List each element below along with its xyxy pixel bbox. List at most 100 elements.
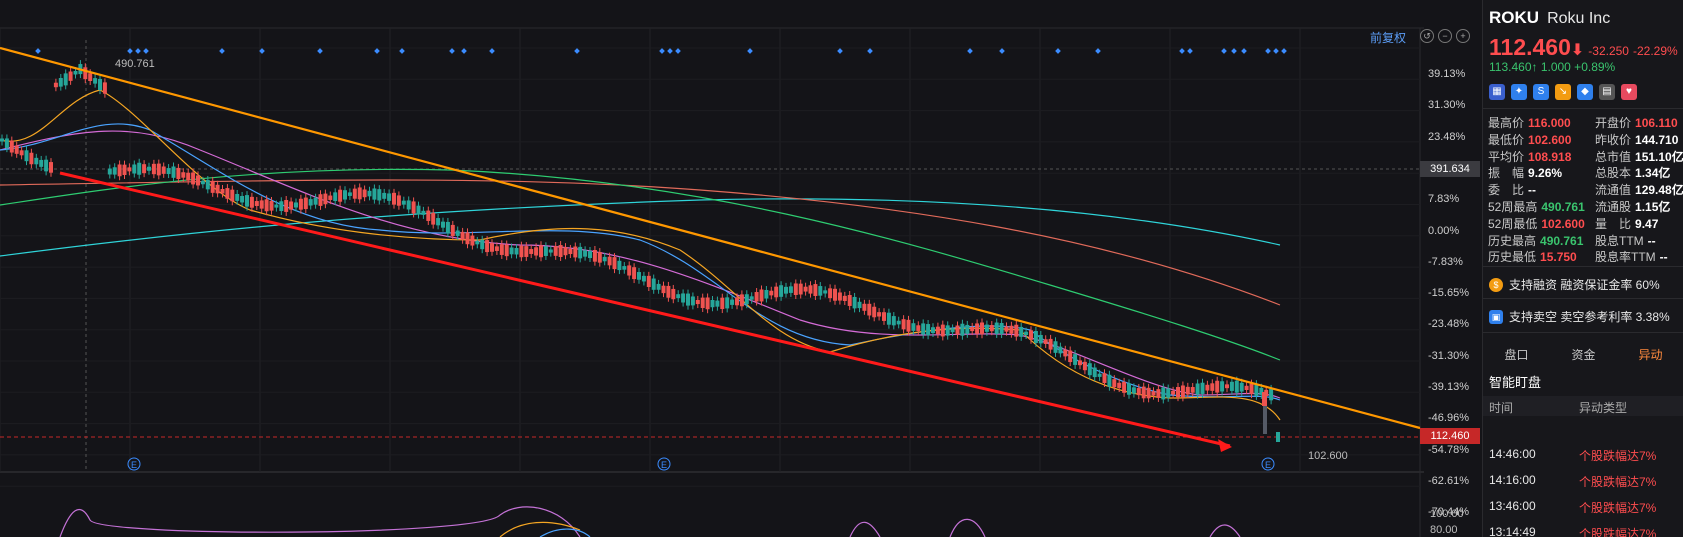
candle-body bbox=[627, 265, 632, 276]
candle-body bbox=[847, 295, 852, 306]
candle-body bbox=[1024, 331, 1029, 335]
zoom-out-icon[interactable]: − bbox=[1438, 29, 1452, 43]
candle-body bbox=[480, 239, 485, 250]
candle-body bbox=[882, 312, 886, 321]
restore-rights-button[interactable]: 前复权 bbox=[1370, 29, 1406, 46]
candle-body bbox=[592, 250, 597, 262]
candle-body bbox=[504, 244, 509, 257]
candle-body bbox=[1127, 383, 1131, 395]
candle-body bbox=[343, 190, 347, 200]
margin-text: 支持融资 融资保证金率 60% bbox=[1509, 278, 1660, 292]
candle-body bbox=[1185, 386, 1190, 395]
candle-body bbox=[132, 164, 137, 174]
candle-body bbox=[837, 292, 842, 301]
candle-body bbox=[1180, 385, 1185, 398]
candle-body bbox=[191, 172, 196, 185]
trend-line-top bbox=[0, 46, 1421, 430]
tag-icon[interactable]: ◆ bbox=[1577, 84, 1593, 100]
s-icon[interactable]: S bbox=[1533, 84, 1549, 100]
candle-body bbox=[1220, 381, 1225, 392]
high-price-label: 490.761 bbox=[115, 58, 155, 70]
stat-item: 历史最低 15.750 bbox=[1488, 250, 1577, 265]
candle-body bbox=[867, 303, 872, 316]
trend-line-bottom bbox=[59, 171, 1231, 448]
candle-body bbox=[534, 247, 539, 256]
tab-anomaly[interactable]: 异动 bbox=[1617, 342, 1683, 367]
candle-body bbox=[338, 189, 343, 202]
quote-panel: ROKU Roku Inc 112.460⬇ -32.250 -22.29% 113.… bbox=[1482, 0, 1683, 537]
pct-tick-label: -62.61% bbox=[1428, 474, 1469, 487]
candle-body bbox=[98, 78, 102, 91]
candle-body bbox=[210, 180, 215, 193]
stat-item: 最低价 102.600 bbox=[1488, 132, 1572, 147]
candle-body bbox=[107, 168, 112, 175]
candle-body bbox=[1276, 432, 1280, 442]
candle-body bbox=[793, 283, 798, 296]
candle-body bbox=[984, 324, 989, 332]
candle-body bbox=[1122, 381, 1127, 393]
ma-red-line bbox=[0, 179, 1281, 306]
trend-icon[interactable]: ↘ bbox=[1555, 84, 1571, 100]
chart-icon[interactable]: ✦ bbox=[1511, 84, 1527, 100]
candle-body bbox=[602, 256, 607, 262]
us-flag-icon[interactable]: ▦ bbox=[1489, 84, 1505, 100]
osc-line-purple bbox=[59, 506, 1241, 537]
pct-tick-label: -39.13% bbox=[1428, 381, 1469, 393]
tab-orderbook[interactable]: 盘口 bbox=[1483, 342, 1550, 367]
candle-body bbox=[1269, 388, 1274, 401]
tab-capital[interactable]: 资金 bbox=[1550, 342, 1617, 367]
candle-body bbox=[1244, 385, 1249, 391]
candle-body bbox=[597, 252, 602, 263]
candle-body bbox=[88, 73, 93, 81]
stat-item: 股息TTM -- bbox=[1595, 233, 1656, 248]
candle-body bbox=[514, 247, 519, 255]
chart-area[interactable]: EEE 39.13%31.30%23.48%15.65%7.83%0.00%-7… bbox=[0, 0, 1480, 537]
candle-body bbox=[34, 157, 39, 165]
candle-body bbox=[455, 230, 460, 236]
candle-body bbox=[803, 286, 808, 292]
heart-icon[interactable]: ♥ bbox=[1621, 84, 1637, 100]
smart-monitor-title: 智能盯盘 bbox=[1489, 375, 1542, 390]
candle-body bbox=[1068, 350, 1073, 363]
event-dot bbox=[1241, 48, 1247, 54]
candle-body bbox=[1043, 339, 1048, 344]
candle-body bbox=[367, 190, 372, 197]
candle-body bbox=[392, 192, 396, 205]
candle-body bbox=[686, 293, 690, 306]
candle-body bbox=[519, 245, 524, 258]
stat-item: 平均价 108.918 bbox=[1488, 149, 1572, 164]
candle-body bbox=[1234, 380, 1239, 393]
event-dot bbox=[837, 48, 843, 54]
candle-body bbox=[122, 164, 127, 175]
event-dot bbox=[317, 48, 323, 54]
candle-body bbox=[441, 221, 445, 228]
stat-item: 流通值 129.48亿 bbox=[1595, 183, 1683, 198]
candle-body bbox=[245, 195, 249, 207]
candle-body bbox=[862, 303, 867, 311]
kline-chart[interactable]: EEE bbox=[0, 0, 1424, 537]
candle-body bbox=[563, 247, 568, 256]
short-text: 支持卖空 卖空参考利率 3.38% bbox=[1509, 310, 1670, 324]
osc-line-blue bbox=[539, 528, 591, 537]
candle-body bbox=[1097, 373, 1102, 377]
candle-body bbox=[935, 326, 940, 335]
candle-body bbox=[465, 232, 470, 245]
candle-body bbox=[1190, 387, 1195, 393]
candle-body bbox=[828, 288, 833, 299]
reset-icon[interactable]: ↺ bbox=[1420, 29, 1434, 43]
stat-item: 52周最低 102.600 bbox=[1488, 216, 1585, 231]
zoom-in-icon[interactable]: + bbox=[1456, 29, 1470, 43]
candle-body bbox=[416, 205, 421, 215]
candle-body bbox=[421, 210, 426, 215]
candle-body bbox=[1205, 384, 1210, 391]
margin-promo[interactable]: $ 支持融资 融资保证金率 60% bbox=[1489, 276, 1660, 293]
candle-body bbox=[1141, 386, 1146, 399]
candle-body bbox=[823, 290, 828, 294]
candle-body bbox=[137, 162, 142, 175]
short-promo[interactable]: ▣ 支持卖空 卖空参考利率 3.38% bbox=[1489, 308, 1670, 325]
candle-body bbox=[651, 278, 656, 290]
candle-body bbox=[622, 266, 627, 270]
candle-body bbox=[475, 240, 480, 245]
candle-body bbox=[142, 164, 147, 174]
doc-icon[interactable]: ▤ bbox=[1599, 84, 1615, 100]
